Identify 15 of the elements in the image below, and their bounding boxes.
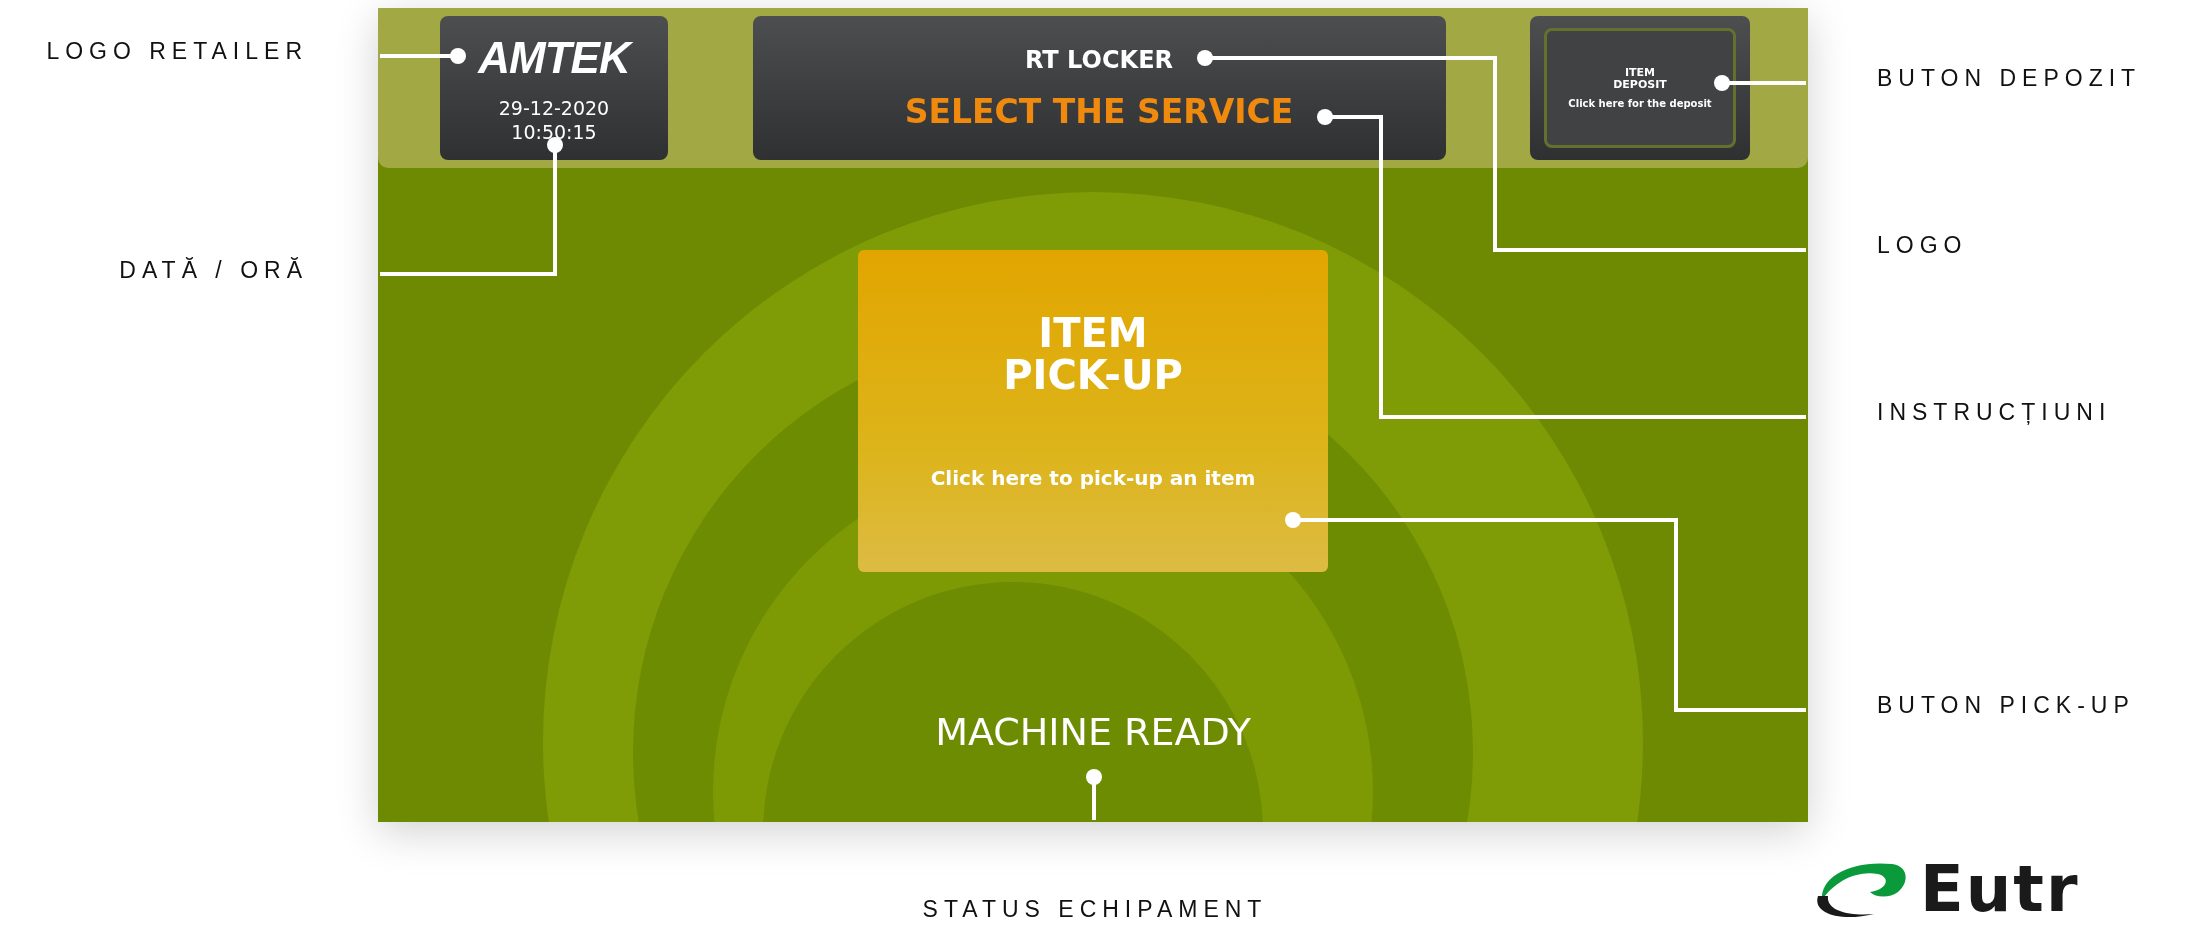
time-text: 10:50:15 bbox=[511, 121, 597, 143]
instruction-text: SELECT THE SERVICE bbox=[904, 91, 1294, 131]
annotation-label: INSTRUCȚIUNI bbox=[1877, 399, 2112, 427]
annotation-label: LOGO RETAILER bbox=[46, 38, 308, 66]
brand-name: Eutr bbox=[1920, 857, 2080, 921]
date-text: 29-12-2020 bbox=[498, 97, 610, 119]
annotation-label: BUTON PICK-UP bbox=[1877, 692, 2135, 720]
status-text: MACHINE READY bbox=[935, 710, 1251, 754]
annotation-label: LOGO bbox=[1877, 232, 1968, 260]
locker-title: RT LOCKER bbox=[1024, 45, 1174, 74]
annotation-label: STATUS ECHIPAMENT bbox=[922, 896, 1268, 924]
annotation-label: DATĂ / ORĂ bbox=[119, 257, 308, 285]
deposit-button[interactable]: ITEM DEPOSIT Click here for the deposit bbox=[1544, 28, 1736, 148]
annotation-label: BUTON DEPOZIT bbox=[1877, 65, 2142, 93]
leader-line bbox=[1086, 769, 1102, 820]
